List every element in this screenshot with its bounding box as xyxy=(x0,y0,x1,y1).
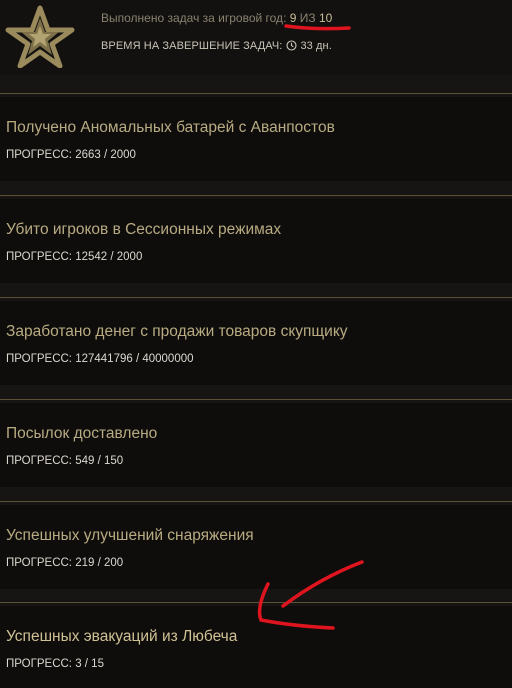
task-card: Получено Аномальных батарей с Аванпостов… xyxy=(0,97,512,181)
separator xyxy=(0,602,512,603)
time-remaining-value: 33 дн. xyxy=(300,40,332,52)
task-title: Посылок доставлено xyxy=(6,425,158,442)
tasks-completed-label: Выполнено задач за игровой год: xyxy=(101,11,287,25)
header: Выполнено задач за игровой год: 9 ИЗ 10 … xyxy=(0,0,512,75)
task-title: Заработано денег с продажи товаров скупщ… xyxy=(6,323,348,340)
time-remaining-label: ВРЕМЯ НА ЗАВЕРШЕНИЕ ЗАДАЧ: xyxy=(101,40,283,52)
task-progress: ПРОГРЕСС: 2663 / 2000 xyxy=(6,149,136,161)
task-title: Убито игроков в Сессионных режимах xyxy=(6,221,282,238)
task-card: Убито игроков в Сессионных режимах ПРОГР… xyxy=(0,199,512,283)
separator xyxy=(0,93,512,94)
separator xyxy=(0,399,512,400)
task-card: Посылок доставлено ПРОГРЕСС: 549 / 150 xyxy=(0,403,512,487)
separator xyxy=(0,501,512,502)
task-card: Заработано денег с продажи товаров скупщ… xyxy=(0,301,512,385)
star-emblem-icon xyxy=(5,5,75,68)
task-card: Успешных улучшений снаряжения ПРОГРЕСС: … xyxy=(0,505,512,589)
task-title: Получено Аномальных батарей с Аванпостов xyxy=(6,119,335,136)
task-title: Успешных эвакуаций из Любеча xyxy=(6,628,238,645)
task-title: Успешных улучшений снаряжения xyxy=(6,527,254,544)
tasks-completed-text: Выполнено задач за игровой год: 9 ИЗ 10 xyxy=(101,11,332,25)
separator xyxy=(0,195,512,196)
time-remaining-text: ВРЕМЯ НА ЗАВЕРШЕНИЕ ЗАДАЧ: 33 дн. xyxy=(101,40,332,52)
task-progress: ПРОГРЕСС: 3 / 15 xyxy=(6,658,104,670)
tasks-total-count: 10 xyxy=(319,11,333,25)
separator xyxy=(0,297,512,298)
task-progress: ПРОГРЕСС: 219 / 200 xyxy=(6,557,124,569)
tasks-done-count: 9 xyxy=(289,11,297,25)
task-card: Успешных эвакуаций из Любеча ПРОГРЕСС: 3… xyxy=(0,606,512,688)
clock-icon xyxy=(286,40,297,51)
task-progress: ПРОГРЕСС: 127441796 / 40000000 xyxy=(6,353,194,365)
task-progress: ПРОГРЕСС: 549 / 150 xyxy=(6,455,124,467)
task-progress: ПРОГРЕСС: 12542 / 2000 xyxy=(6,251,143,263)
tasks-of-word: ИЗ xyxy=(299,11,316,25)
